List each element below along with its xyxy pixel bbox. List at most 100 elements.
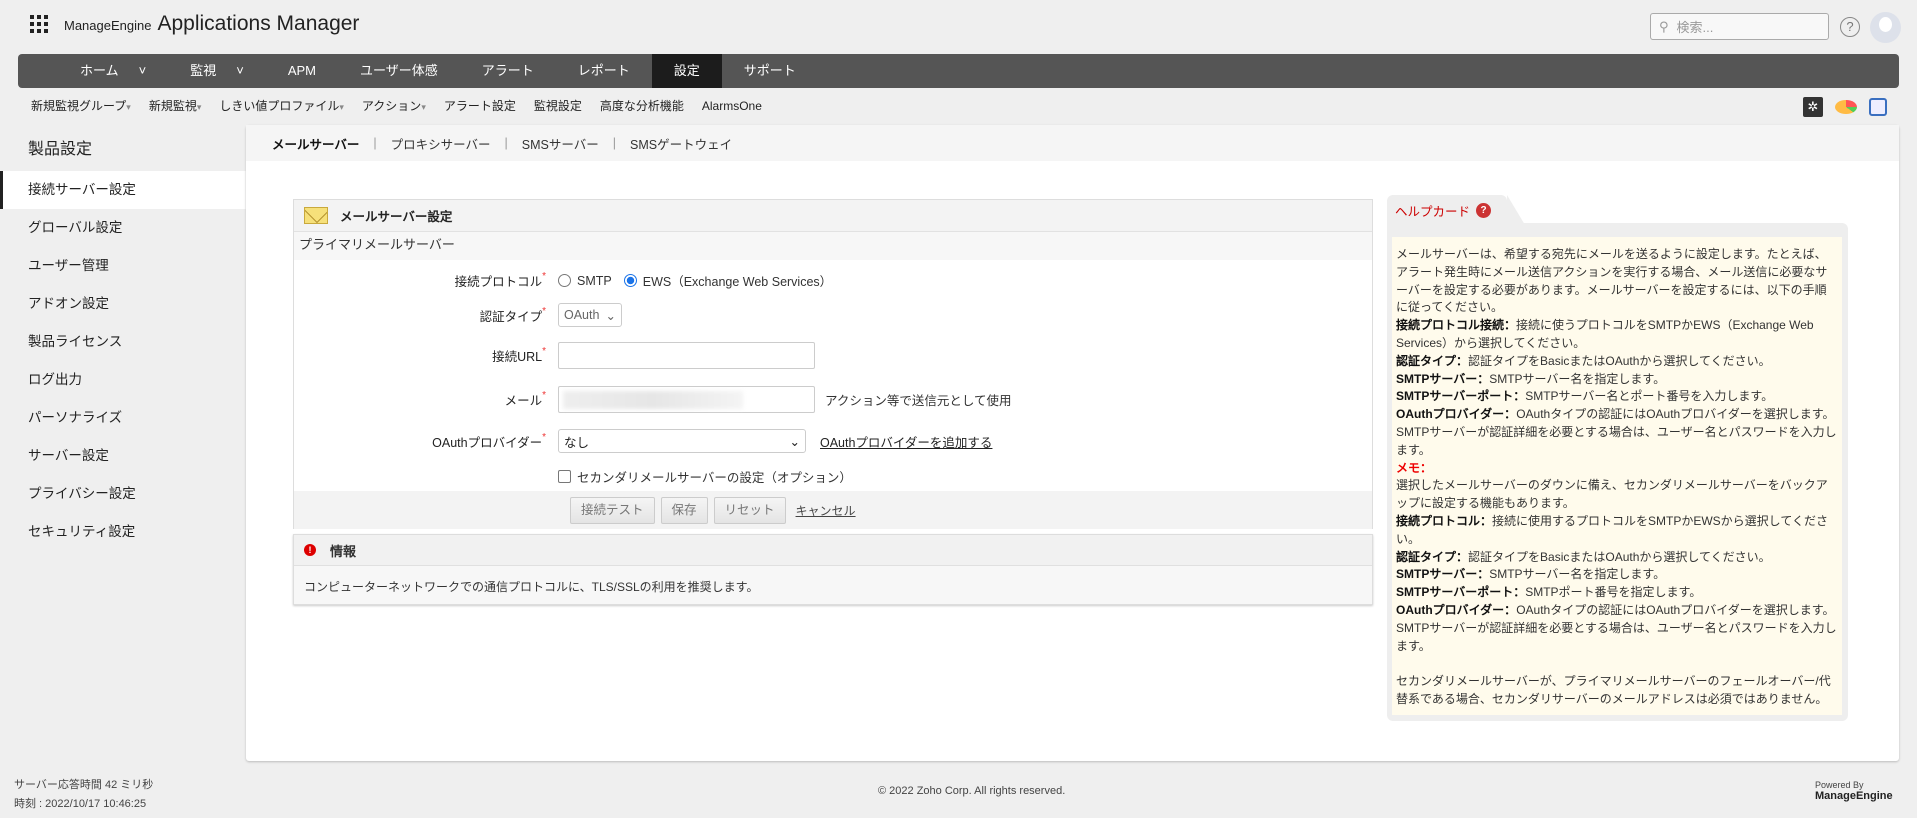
chevron-down-icon: ˅: [138, 63, 147, 78]
sidebar-item[interactable]: セキュリティ設定: [0, 513, 245, 551]
sidebar-item[interactable]: グローバル設定: [0, 209, 245, 247]
submenu-item-2[interactable]: しきい値プロファイル▾: [210, 97, 353, 115]
help-text: SMTPポート番号を指定します。: [1525, 585, 1702, 600]
oauth-provider-select[interactable]: なし ⌄: [558, 429, 806, 453]
sidebar-title: 製品設定: [28, 141, 93, 158]
form-title: メールサーバー設定: [340, 210, 453, 224]
settings-icon[interactable]: ✲: [1803, 97, 1823, 117]
tab-3[interactable]: SMSゲートウェイ: [630, 134, 732, 153]
submenu-item-5[interactable]: 監視設定: [525, 97, 591, 115]
tab-separator: |: [504, 136, 508, 150]
mail-hint: アクション等で送信元として使用: [825, 394, 1012, 408]
help-paragraph: 接続プロトコル：接続に使用するプロトコルをSMTPかEWSから選択してください。: [1396, 513, 1838, 549]
search-placeholder: 検索...: [1676, 20, 1714, 35]
nav-label: レポート: [577, 63, 630, 78]
nav-item-0[interactable]: ホーム ˅: [58, 54, 168, 88]
submenu-item-4[interactable]: アラート設定: [435, 97, 525, 115]
logo[interactable]: ManageEngine Applications Manager: [64, 12, 359, 36]
sidebar-item[interactable]: ログ出力: [0, 361, 245, 399]
protocol-label: 接続プロトコル: [454, 275, 543, 289]
nav-item-4[interactable]: アラート: [460, 54, 556, 88]
submenu-label: 監視設定: [533, 99, 582, 113]
nav-label: ユーザー体感: [360, 63, 438, 78]
url-label: 接続URL: [492, 350, 543, 364]
response-time: サーバー応答時間 42 ミリ秒: [14, 779, 154, 791]
help-paragraph: メモ：: [1396, 460, 1838, 478]
tab-2[interactable]: SMSサーバー: [522, 134, 599, 153]
envelope-icon: [304, 207, 328, 224]
submenu-item-7[interactable]: AlarmsOne: [693, 97, 771, 115]
powered-by-logo: ManageEngine: [1815, 790, 1893, 802]
ews-label[interactable]: EWS（Exchange Web Services）: [643, 271, 832, 290]
info-box: ! 情報 コンピューターネットワークでの通信プロトコルに、TLS/SSLの利用を推…: [293, 534, 1373, 605]
help-text: 認証タイプをBasicまたはOAuthから選択してください。: [1468, 549, 1771, 564]
sidebar-item[interactable]: ユーザー管理: [0, 247, 245, 285]
tab-0[interactable]: メールサーバー: [272, 134, 359, 153]
sidebar-item[interactable]: パーソナライズ: [0, 399, 245, 437]
help-paragraph: セカンダリメールサーバーが、プライマリメールサーバーのフェールオーバー/代替系で…: [1396, 673, 1838, 709]
nav-item-5[interactable]: レポート: [556, 54, 652, 88]
powered-by: Powered By ManageEngine: [1815, 780, 1893, 802]
help-term: SMTPサーバー：: [1396, 567, 1490, 582]
sidebar-item[interactable]: 接続サーバー設定: [0, 171, 246, 209]
server-status: サーバー応答時間 42 ミリ秒 時刻 : 2022/10/17 10:46:25: [14, 776, 153, 814]
ews-radio[interactable]: [623, 274, 637, 287]
powered-by-label: Powered By: [1815, 780, 1864, 790]
avatar[interactable]: [1870, 12, 1901, 43]
sidebar-item[interactable]: プライバシー設定: [0, 475, 245, 513]
sidebar-item[interactable]: アドオン設定: [0, 285, 245, 323]
pie-chart-icon[interactable]: [1835, 100, 1857, 114]
tab-1[interactable]: プロキシサーバー: [391, 134, 491, 153]
mail-label: メール: [504, 394, 543, 408]
nav-item-7[interactable]: サポート: [722, 54, 818, 88]
print-icon[interactable]: [1869, 98, 1887, 116]
auth-value: OAuth: [564, 308, 600, 322]
add-oauth-provider-link[interactable]: OAuthプロバイダーを追加する: [820, 432, 992, 451]
oauth-label: OAuthプロバイダー: [432, 435, 543, 450]
tab-separator: |: [612, 136, 616, 150]
nav-label: 設定: [673, 63, 700, 78]
required-mark: *: [542, 305, 546, 317]
caret-down-icon: ▾: [421, 102, 426, 112]
secondary-label[interactable]: セカンダリメールサーバーの設定（オプション）: [577, 467, 852, 486]
help-note-label: メモ：: [1396, 460, 1433, 475]
secondary-checkbox[interactable]: [558, 470, 571, 483]
nav-item-1[interactable]: 監視 ˅: [168, 54, 266, 88]
save-button[interactable]: 保存: [660, 496, 708, 524]
help-term: SMTPサーバーポート：: [1396, 389, 1526, 404]
url-row: 接続URL*: [294, 342, 1372, 369]
help-term: 接続プロトコル接続：: [1396, 318, 1517, 333]
help-paragraph: SMTPサーバーポート：SMTPポート番号を指定します。: [1396, 584, 1838, 602]
submenu-item-1[interactable]: 新規監視▾: [140, 97, 211, 115]
brand-name: ManageEngine: [64, 18, 152, 33]
smtp-radio[interactable]: [558, 274, 571, 287]
cancel-link[interactable]: キャンセル: [796, 502, 856, 519]
help-text: セカンダリメールサーバーが、プライマリメールサーバーのフェールオーバー/代替系で…: [1396, 674, 1831, 706]
sidebar-item[interactable]: サーバー設定: [0, 437, 245, 475]
nav-item-2[interactable]: APM: [266, 54, 338, 88]
help-card-title: ヘルプカード: [1395, 204, 1471, 219]
sidebar-item[interactable]: 製品ライセンス: [0, 323, 245, 361]
help-term: 接続プロトコル：: [1396, 513, 1493, 528]
sub-menu: 新規監視グループ▾ 新規監視▾ しきい値プロファイル▾ アクション▾ アラート設定 監視設…: [22, 97, 771, 115]
submenu-item-3[interactable]: アクション▾: [353, 97, 435, 115]
search-input[interactable]: ⚲ 検索...: [1650, 13, 1829, 40]
mail-input[interactable]: [558, 386, 815, 413]
toolbar: ✲: [1803, 97, 1887, 117]
auth-type-select[interactable]: OAuth ⌄: [558, 303, 622, 327]
mail-row: メール* アクション等で送信元として使用: [294, 386, 1372, 413]
nav-item-3[interactable]: ユーザー体感: [338, 54, 460, 88]
test-connection-button[interactable]: 接続テスト: [570, 496, 655, 524]
mail-server-form: メールサーバー設定 プライマリメールサーバー 接続プロトコル* SMTP EWS…: [293, 199, 1373, 529]
nav-label: APM: [287, 63, 316, 78]
app-launcher-icon[interactable]: [30, 15, 48, 33]
help-paragraph: メールサーバーは、希望する宛先にメールを送るように設定します。たとえば、アラート…: [1396, 246, 1838, 317]
reset-button[interactable]: リセット: [713, 496, 786, 524]
required-mark: *: [542, 390, 546, 401]
help-icon[interactable]: ?: [1840, 17, 1860, 37]
smtp-label[interactable]: SMTP: [577, 274, 612, 288]
nav-item-6[interactable]: 設定: [651, 54, 722, 88]
url-input[interactable]: [558, 342, 815, 369]
submenu-item-6[interactable]: 高度な分析機能: [591, 97, 693, 115]
submenu-item-0[interactable]: 新規監視グループ▾: [22, 97, 140, 115]
